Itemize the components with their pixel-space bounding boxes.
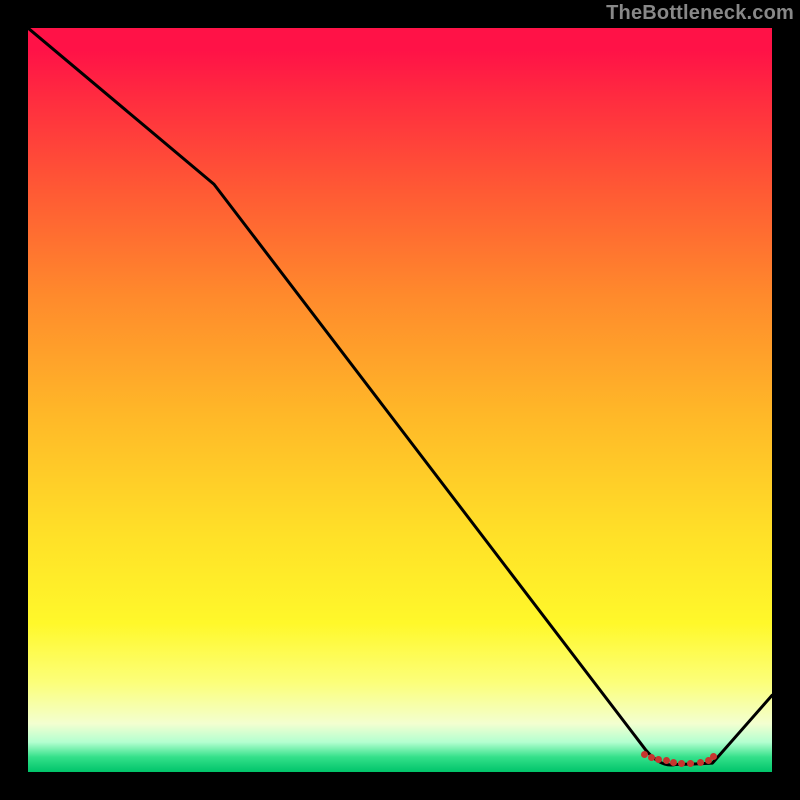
chart-frame: TheBottleneck.com (0, 0, 800, 800)
trough-marker (705, 757, 712, 764)
trough-marker (655, 756, 662, 763)
curve-path (28, 28, 772, 765)
trough-marker (641, 751, 648, 758)
trough-marker (663, 757, 670, 764)
bottleneck-curve (28, 28, 772, 772)
trough-marker (648, 754, 655, 761)
trough-marker (670, 759, 677, 766)
watermark-text: TheBottleneck.com (606, 2, 794, 25)
trough-marker (678, 760, 685, 767)
trough-marker (697, 759, 704, 766)
trough-marker (687, 760, 694, 767)
plot-area (28, 28, 772, 772)
trough-marker (710, 753, 717, 760)
